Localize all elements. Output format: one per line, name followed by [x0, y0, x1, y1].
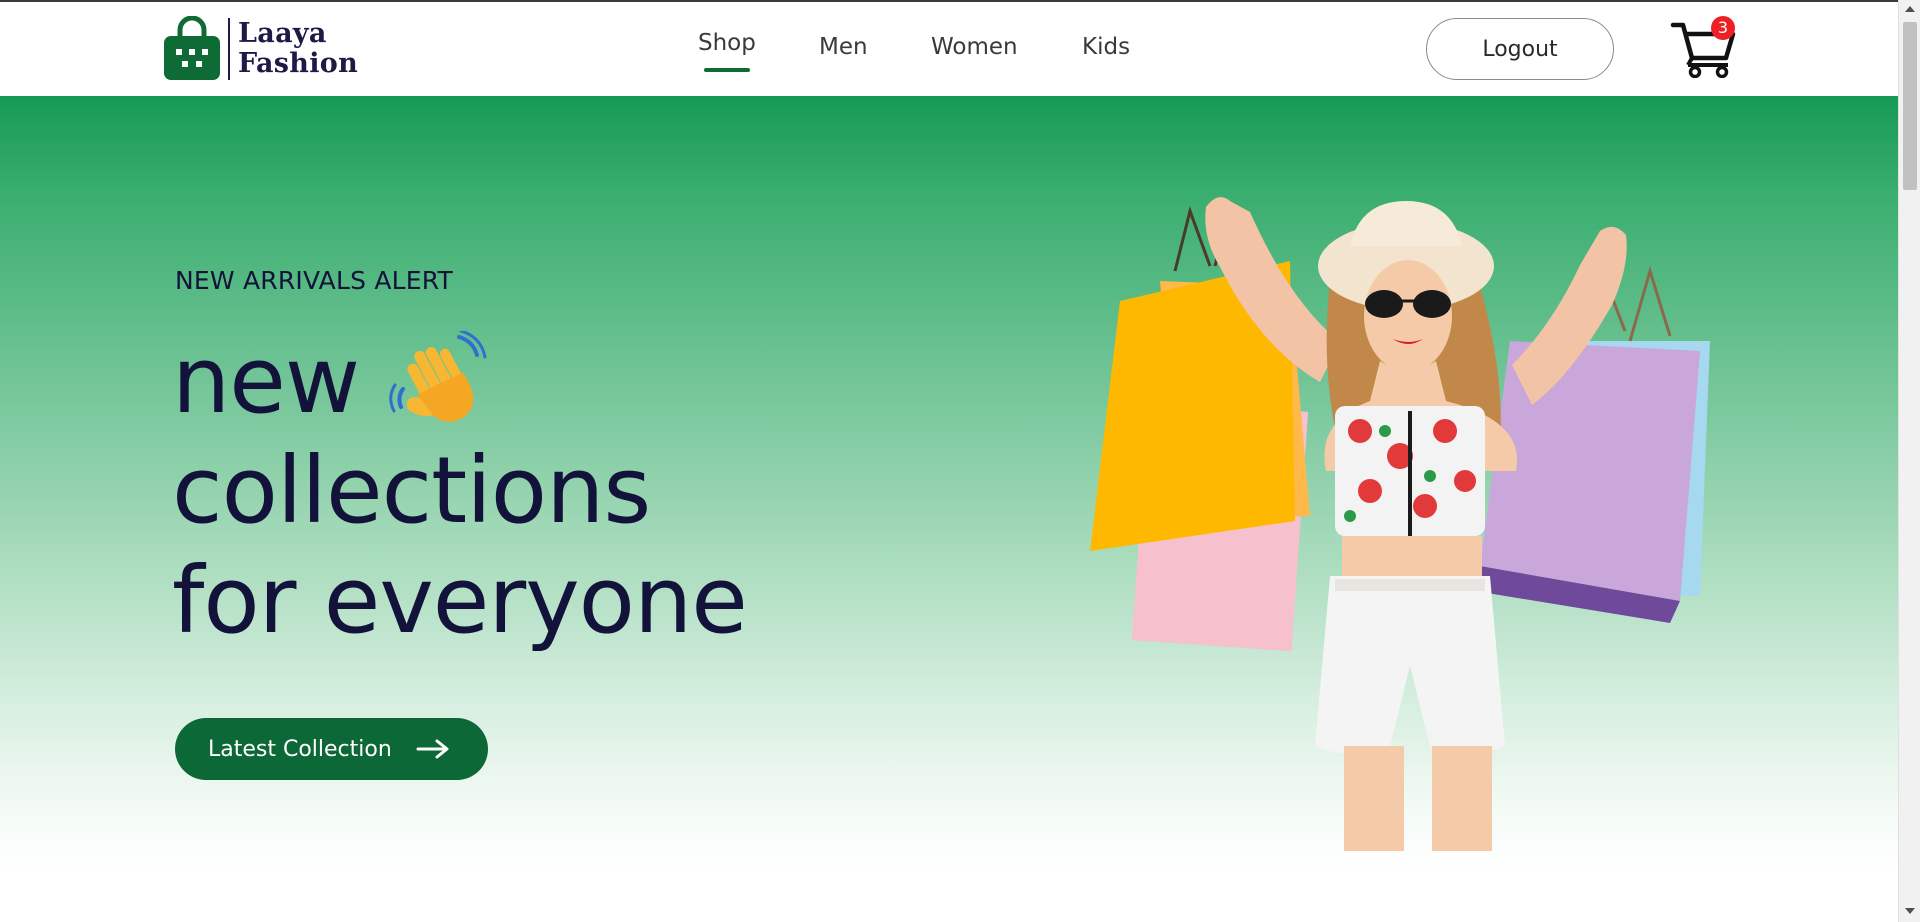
headline-line3: for everyone	[172, 547, 748, 654]
hero-section: NEW ARRIVALS ALERT new collections for e…	[0, 96, 1898, 922]
headline-line1: new	[172, 327, 360, 434]
hero-eyebrow: NEW ARRIVALS ALERT	[175, 266, 453, 295]
nav-men[interactable]: Men	[819, 34, 868, 60]
logout-button[interactable]: Logout	[1426, 18, 1614, 80]
scroll-thumb[interactable]	[1903, 22, 1917, 190]
headline-line2: collections	[172, 437, 651, 544]
headline-row-1: new	[172, 326, 747, 436]
arrow-right-icon	[416, 739, 449, 759]
page-scrollbar[interactable]	[1898, 0, 1920, 922]
scroll-up-arrow-icon[interactable]	[1905, 6, 1915, 12]
headline-row-2: collections	[172, 436, 747, 546]
waving-hand-icon	[389, 331, 487, 422]
headline-row-3: for everyone	[172, 546, 748, 656]
latest-collection-button[interactable]: Latest Collection	[175, 718, 488, 780]
nav-shop[interactable]: Shop	[698, 30, 756, 72]
hero-model-image	[1090, 197, 1710, 851]
latest-collection-label: Latest Collection	[208, 736, 392, 762]
hero-headline: new collections for everyone	[172, 326, 748, 656]
scroll-down-arrow-icon[interactable]	[1905, 908, 1915, 914]
nav-kids[interactable]: Kids	[1082, 34, 1130, 60]
cart-count-badge: 3	[1711, 16, 1735, 40]
navbar: Laaya Fashion Shop Men Women Kids Logout…	[0, 2, 1898, 96]
nav-women[interactable]: Women	[931, 34, 1018, 60]
